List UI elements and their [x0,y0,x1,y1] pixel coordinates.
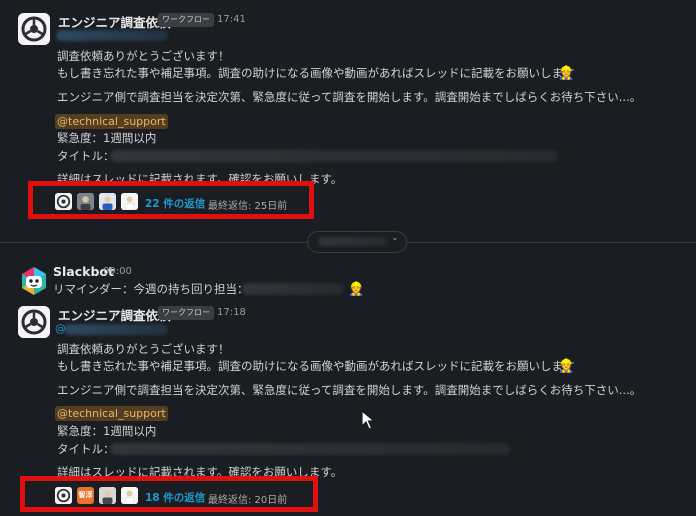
reply-avatar-icon: 智淳 [77,487,94,504]
message-line: 調査依頼ありがとうございます！ [57,342,230,356]
person-emoji-icon: 👷 [348,282,365,297]
message-line: もし書き忘れた事や補足事項。調査の助けになる画像や動画があればスレッドに記載をお… [57,66,575,80]
mention-technical-support[interactable]: @technical_support [55,114,168,129]
helmet-emoji-icon: 👷 [558,359,575,374]
message-line: 調査依頼ありがとうございます！ [57,49,230,63]
reply-count-link[interactable]: 18 件の返信 [145,490,205,505]
reply-avatar-icon [121,487,138,504]
workflow-avatar-icon[interactable] [18,306,50,338]
reply-avatar-icon [55,487,72,504]
date-divider-pill[interactable]: ⌄ [307,231,407,253]
message-line: エンジニア側で調査担当を決定次第、緊急度に従って調査を開始します。調査開始までし… [57,90,642,104]
reply-avatar-icon [55,193,72,210]
title-label: タイトル： [57,149,115,163]
last-reply-text: 最終返信: 25日前 [208,201,288,212]
urgency-line: 緊急度：1週間以内 [57,131,157,145]
reply-count-link[interactable]: 22 件の返信 [145,196,205,211]
chevron-down-icon: ⌄ [391,233,399,243]
reminder-text: リマインダー：今週の持ち回り担当： [53,282,249,296]
workflow-badge: ワークフロー [158,13,214,27]
slackbot-avatar-icon[interactable] [18,265,50,297]
timestamp[interactable]: 17:18 [217,307,246,318]
reply-avatar-icon [77,193,94,210]
redacted-mention [64,324,168,335]
last-reply-text: 最終返信: 20日前 [208,495,288,506]
reply-avatar-icon [121,193,138,210]
timestamp[interactable]: 17:41 [217,14,246,25]
timestamp[interactable]: 09:00 [103,266,132,277]
redacted-title [110,443,510,455]
sender-name[interactable]: エンジニア調査依頼 [58,305,171,324]
redacted-mention [56,30,168,41]
title-label: タイトル： [57,442,115,456]
redacted-assignee [242,283,344,295]
reply-avatar-icon [99,193,116,210]
cursor-icon [361,409,376,433]
workflow-avatar-icon[interactable] [18,13,50,45]
redacted-title [110,150,558,162]
mention-technical-support[interactable]: @technical_support [55,406,168,421]
message-line: もし書き忘れた事や補足事項。調査の助けになる画像や動画があればスレッドに記載をお… [57,359,575,373]
reply-avatar-icon [99,487,116,504]
message-line: エンジニア側で調査担当を決定次第、緊急度に従って調査を開始します。調査開始までし… [57,383,642,397]
sender-name[interactable]: エンジニア調査依頼 [58,12,171,31]
redacted-date [318,237,388,246]
workflow-badge: ワークフロー [158,306,214,320]
urgency-line: 緊急度：1週間以内 [57,424,157,438]
helmet-emoji-icon: 👷 [558,66,575,81]
